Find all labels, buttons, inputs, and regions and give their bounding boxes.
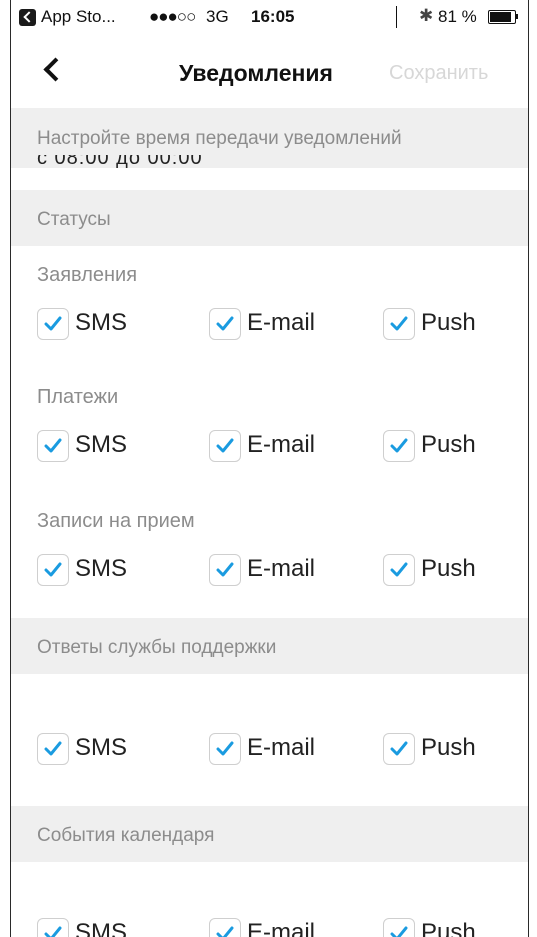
checkmark-icon (44, 741, 62, 756)
checkbox[interactable] (209, 430, 241, 462)
option-label: SMS (75, 919, 128, 937)
checkbox[interactable] (383, 430, 415, 462)
checkmark-icon (44, 926, 62, 937)
checkbox[interactable] (37, 430, 69, 462)
option-label: SMS (75, 734, 128, 761)
time-section-heading: Настройте время передачи уведомлений (37, 128, 402, 149)
battery-icon (488, 10, 516, 24)
checkbox[interactable] (37, 554, 69, 586)
nav-bar: Уведомления Сохранить (11, 36, 528, 108)
checkbox[interactable] (383, 918, 415, 937)
status-time: 16:05 (251, 7, 295, 26)
option-label: E-mail (247, 309, 316, 336)
support-band: Ответы службы поддержки (11, 618, 528, 674)
checkmark-icon (390, 438, 408, 453)
save-button[interactable]: Сохранить (389, 62, 488, 85)
checkbox[interactable] (37, 918, 69, 937)
battery-fill (490, 12, 512, 22)
battery-percent: 81 % (438, 7, 477, 26)
checkmark-icon (216, 316, 234, 331)
option-label: Push (421, 919, 476, 937)
calendar-heading: События календаря (37, 825, 215, 846)
time-range-text: с 08:00 до 00:00 (37, 155, 203, 169)
calendar-band: События календаря (11, 806, 528, 862)
battery-nub (516, 14, 518, 19)
option-label: Push (421, 431, 476, 458)
option-label: Push (421, 309, 476, 336)
statuses-band: Статусы (11, 190, 528, 246)
option-label: Push (421, 555, 476, 582)
checkmark-icon (390, 926, 408, 937)
checkbox[interactable] (209, 918, 241, 937)
option-label: SMS (75, 431, 128, 458)
checkmark-icon (390, 562, 408, 577)
app-frame: App Sto... ●●●○○ 3G 16:05 ✱ 81 % Уведомл… (10, 0, 529, 937)
divider (396, 6, 397, 28)
page-title: Уведомления (179, 60, 333, 86)
checkbox[interactable] (209, 308, 241, 340)
support-heading: Ответы службы поддержки (37, 637, 277, 658)
checkmark-icon (390, 741, 408, 756)
option-label: E-mail (247, 555, 316, 582)
checkmark-icon (390, 316, 408, 331)
back-to-app-icon[interactable] (19, 9, 36, 26)
checkbox[interactable] (383, 554, 415, 586)
checkbox[interactable] (383, 733, 415, 765)
status-carrier[interactable]: App Sto... (41, 7, 116, 27)
option-label: SMS (75, 309, 128, 336)
checkbox[interactable] (209, 733, 241, 765)
option-label: Push (421, 734, 476, 761)
option-label: E-mail (247, 431, 316, 458)
time-range-value[interactable]: с 08:00 до 00:00 (37, 155, 337, 169)
checkmark-icon (44, 316, 62, 331)
checkbox[interactable] (383, 308, 415, 340)
checkmark-icon (216, 562, 234, 577)
network-type: 3G (206, 7, 229, 26)
group-label-appointments: Записи на прием (37, 510, 195, 532)
checkbox[interactable] (209, 554, 241, 586)
option-label: E-mail (247, 734, 316, 761)
checkbox[interactable] (37, 733, 69, 765)
checkmark-icon (216, 438, 234, 453)
statuses-heading: Статусы (37, 209, 111, 230)
chevron-left-icon[interactable] (43, 57, 68, 82)
group-label-payments: Платежи (37, 386, 119, 408)
option-label: SMS (75, 555, 128, 582)
bluetooth-icon: ✱ (419, 6, 434, 25)
signal-strength: ●●●○○ (149, 7, 196, 26)
status-bar: App Sto... ●●●○○ 3G 16:05 ✱ 81 % (11, 0, 528, 36)
checkmark-icon (216, 741, 234, 756)
checkmark-icon (216, 926, 234, 937)
checkbox[interactable] (37, 308, 69, 340)
checkmark-icon (44, 562, 62, 577)
checkmark-icon (44, 438, 62, 453)
option-label: E-mail (247, 919, 316, 937)
group-label-applications: Заявления (37, 264, 138, 286)
